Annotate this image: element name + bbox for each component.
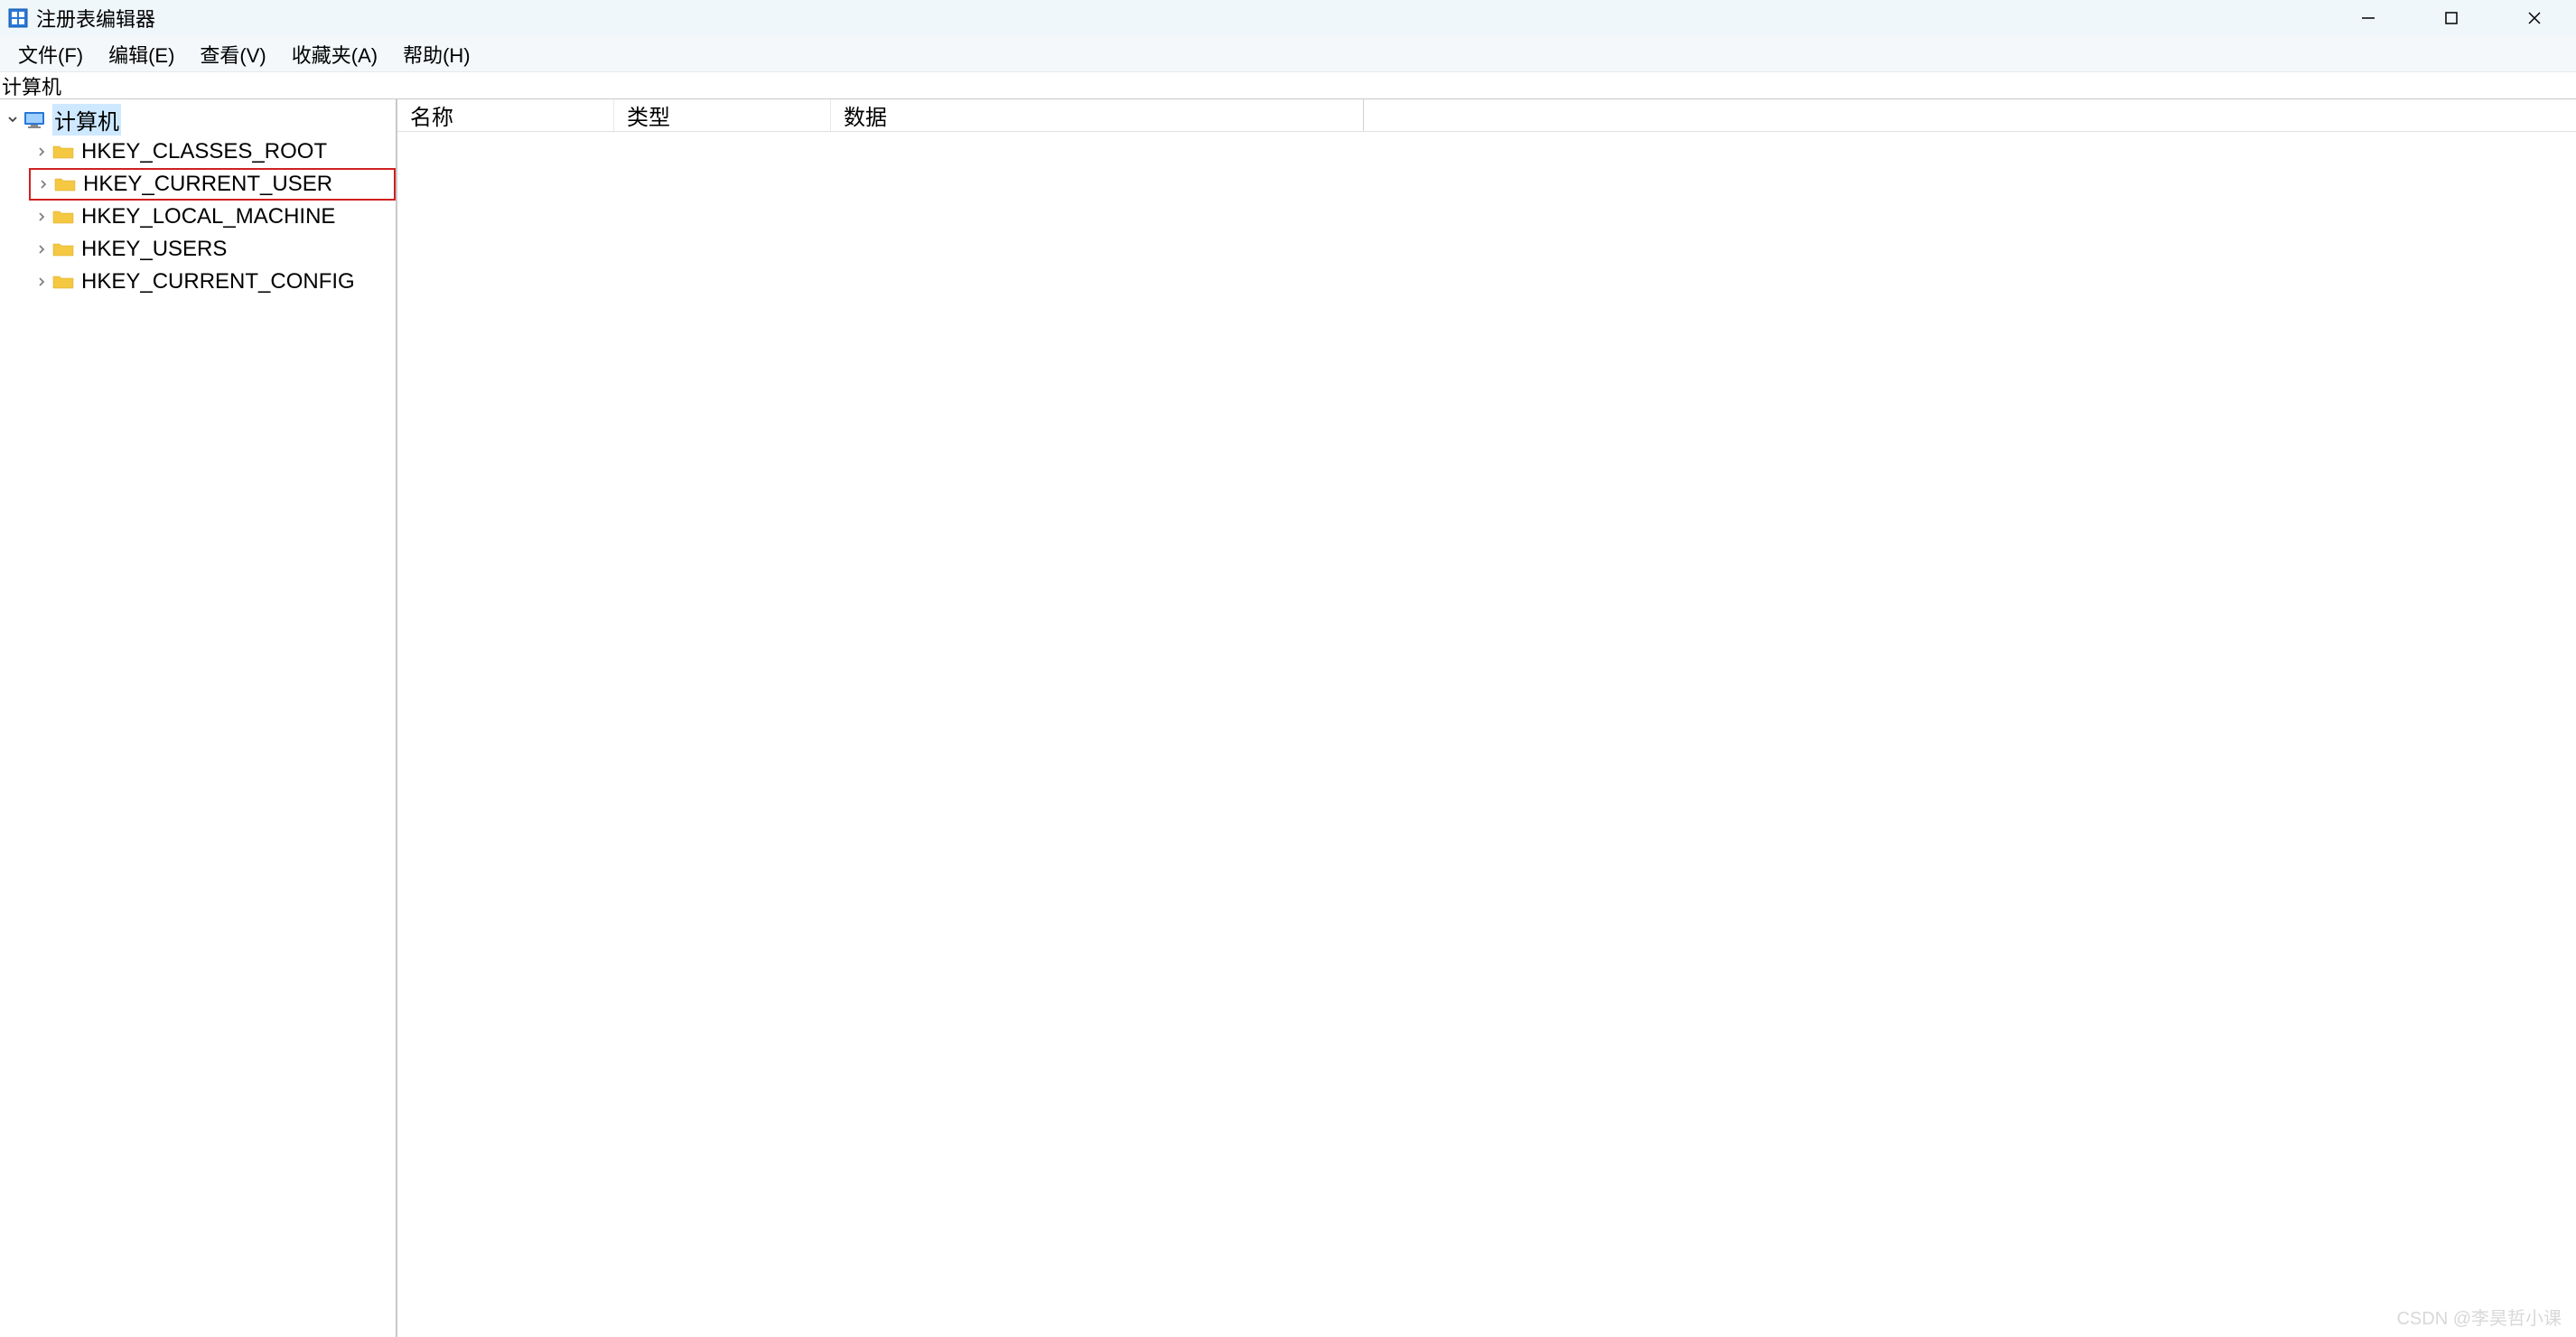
column-header-type[interactable]: 类型: [614, 99, 831, 131]
tree-node-hkey-users[interactable]: HKEY_USERS: [0, 233, 396, 266]
menu-file[interactable]: 文件(F): [5, 36, 96, 72]
minimize-button[interactable]: [2327, 0, 2410, 36]
folder-icon: [51, 239, 76, 259]
titlebar: 注册表编辑器: [0, 0, 2576, 36]
tree-label: HKEY_CURRENT_CONFIG: [81, 269, 355, 295]
folder-icon: [51, 207, 76, 227]
tree-label: HKEY_USERS: [81, 237, 227, 262]
list-header: 名称 类型 数据: [397, 99, 2576, 132]
window-title: 注册表编辑器: [36, 4, 155, 33]
column-header-data[interactable]: 数据: [831, 99, 1364, 131]
tree-label: 计算机: [52, 104, 121, 136]
tree-label: HKEY_CLASSES_ROOT: [81, 139, 327, 164]
app-icon: [7, 7, 29, 29]
tree-node-hkey-current-user[interactable]: HKEY_CURRENT_USER: [29, 168, 396, 201]
computer-icon: [22, 109, 47, 129]
chevron-right-icon[interactable]: [33, 145, 51, 158]
menu-help[interactable]: 帮助(H): [390, 36, 483, 72]
tree-panel[interactable]: 计算机 HKEY_CLASSES_ROOT: [0, 99, 397, 1337]
watermark: CSDN @李昊哲小课: [2396, 1304, 2562, 1330]
menubar: 文件(F) 编辑(E) 查看(V) 收藏夹(A) 帮助(H): [0, 36, 2576, 72]
chevron-right-icon[interactable]: [34, 178, 52, 191]
column-header-name[interactable]: 名称: [397, 99, 614, 131]
folder-icon: [51, 272, 76, 292]
menu-view[interactable]: 查看(V): [187, 36, 278, 72]
chevron-right-icon[interactable]: [33, 210, 51, 223]
chevron-down-icon[interactable]: [4, 113, 22, 126]
addressbar-path: 计算机: [2, 71, 61, 100]
chevron-right-icon[interactable]: [33, 276, 51, 288]
menu-favorites[interactable]: 收藏夹(A): [279, 36, 390, 72]
main-content: 计算机 HKEY_CLASSES_ROOT: [0, 99, 2576, 1337]
maximize-button[interactable]: [2410, 0, 2493, 36]
tree-label: HKEY_CURRENT_USER: [83, 172, 332, 197]
tree-label: HKEY_LOCAL_MACHINE: [81, 204, 335, 229]
list-panel[interactable]: 名称 类型 数据: [397, 99, 2576, 1337]
window-controls: [2327, 0, 2576, 36]
tree-node-computer[interactable]: 计算机: [0, 103, 396, 136]
folder-icon: [51, 142, 76, 162]
folder-icon: [52, 174, 78, 194]
tree-node-hkey-local-machine[interactable]: HKEY_LOCAL_MACHINE: [0, 201, 396, 233]
close-button[interactable]: [2493, 0, 2576, 36]
tree-node-hkey-classes-root[interactable]: HKEY_CLASSES_ROOT: [0, 136, 396, 168]
menu-edit[interactable]: 编辑(E): [96, 36, 187, 72]
addressbar[interactable]: 计算机: [0, 72, 2576, 99]
chevron-right-icon[interactable]: [33, 243, 51, 256]
tree-node-hkey-current-config[interactable]: HKEY_CURRENT_CONFIG: [0, 266, 396, 298]
